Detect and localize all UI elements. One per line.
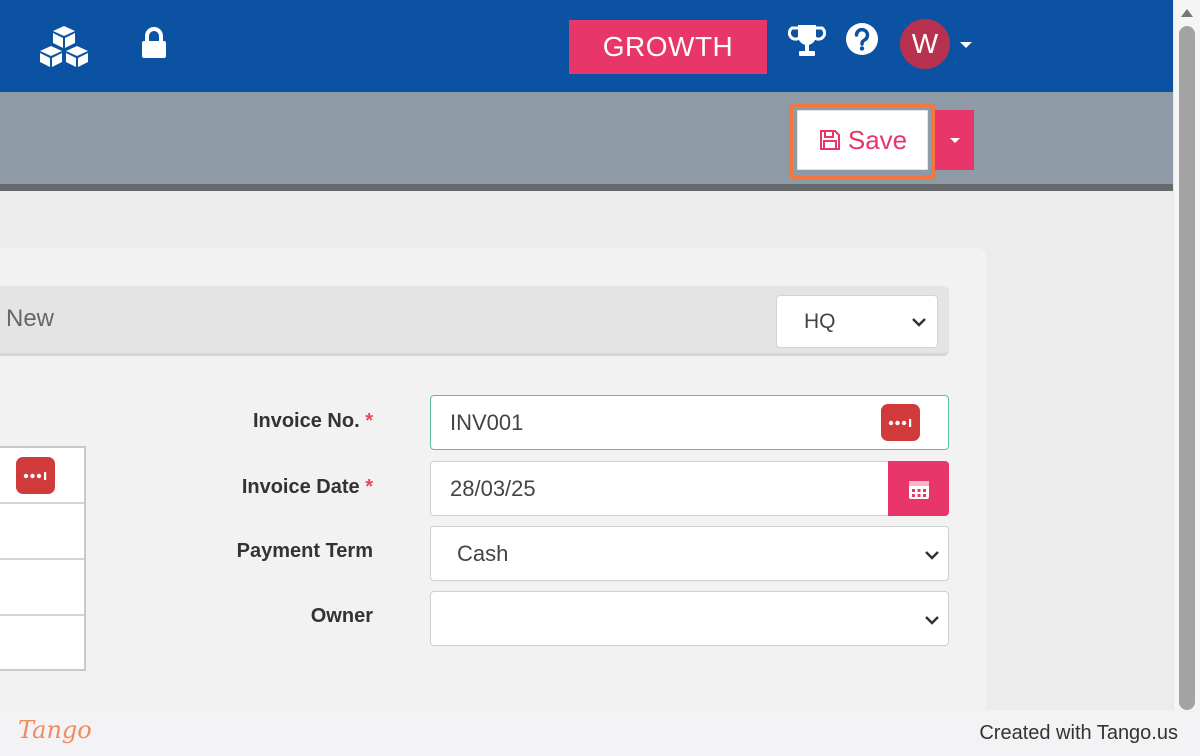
tango-logo: Tango [18, 716, 92, 744]
card-title: New [6, 305, 55, 332]
top-navbar: GROWTH W [0, 0, 1173, 92]
owner-label: Owner [310, 605, 373, 627]
invoice-date-field[interactable]: 28/03/25 [430, 461, 890, 516]
chevron-down-icon [912, 318, 926, 327]
scrollbar-thumb[interactable] [1179, 26, 1195, 710]
owner-select[interactable] [430, 591, 949, 646]
vertical-scrollbar[interactable] [1173, 0, 1200, 710]
payment-term-select[interactable]: Cash [430, 526, 949, 581]
user-avatar[interactable]: W [900, 19, 950, 69]
cubes-logo-icon[interactable] [38, 24, 90, 68]
caret-down-icon[interactable] [958, 40, 974, 50]
help-icon[interactable] [845, 22, 879, 56]
invoice-no-field[interactable]: INV001 [430, 395, 949, 450]
payment-term-label: Payment Term [236, 540, 373, 562]
dots-icon [888, 418, 911, 427]
toolbar-divider [0, 184, 1173, 191]
invoice-no-value: INV001 [450, 409, 524, 435]
footer-credit: Created with Tango.us [979, 722, 1178, 744]
table-row[interactable] [0, 616, 84, 672]
invoice-no-label: Invoice No. * [252, 410, 373, 432]
branch-select[interactable]: HQ [776, 295, 938, 348]
action-toolbar [0, 92, 1173, 184]
invoice-date-label: Invoice Date * [241, 476, 373, 498]
growth-plan-button[interactable]: GROWTH [569, 20, 767, 74]
dots-icon [23, 471, 46, 480]
calendar-icon [908, 480, 929, 499]
scroll-up-arrow-icon[interactable] [1180, 8, 1194, 18]
payment-term-value: Cash [457, 540, 509, 566]
table-row [0, 448, 84, 504]
chevron-down-icon [925, 616, 939, 625]
calendar-button[interactable] [888, 461, 949, 516]
table-row[interactable] [0, 560, 84, 616]
chevron-down-icon [925, 551, 939, 560]
table-row[interactable] [0, 504, 84, 560]
branch-select-value: HQ [804, 309, 836, 333]
trophy-icon[interactable] [788, 22, 826, 58]
invoice-date-value: 28/03/25 [450, 475, 536, 501]
floppy-disk-icon [819, 130, 840, 150]
tango-footer: Tango Created with Tango.us [0, 710, 1200, 756]
lookup-button[interactable] [16, 457, 55, 494]
save-options-dropdown[interactable] [935, 110, 974, 170]
invoice-no-generate-button[interactable] [881, 404, 920, 441]
save-button[interactable]: Save [797, 110, 928, 170]
customer-table [0, 446, 86, 671]
lock-icon[interactable] [139, 26, 169, 60]
caret-down-icon [949, 138, 960, 143]
save-button-label: Save [847, 124, 908, 155]
